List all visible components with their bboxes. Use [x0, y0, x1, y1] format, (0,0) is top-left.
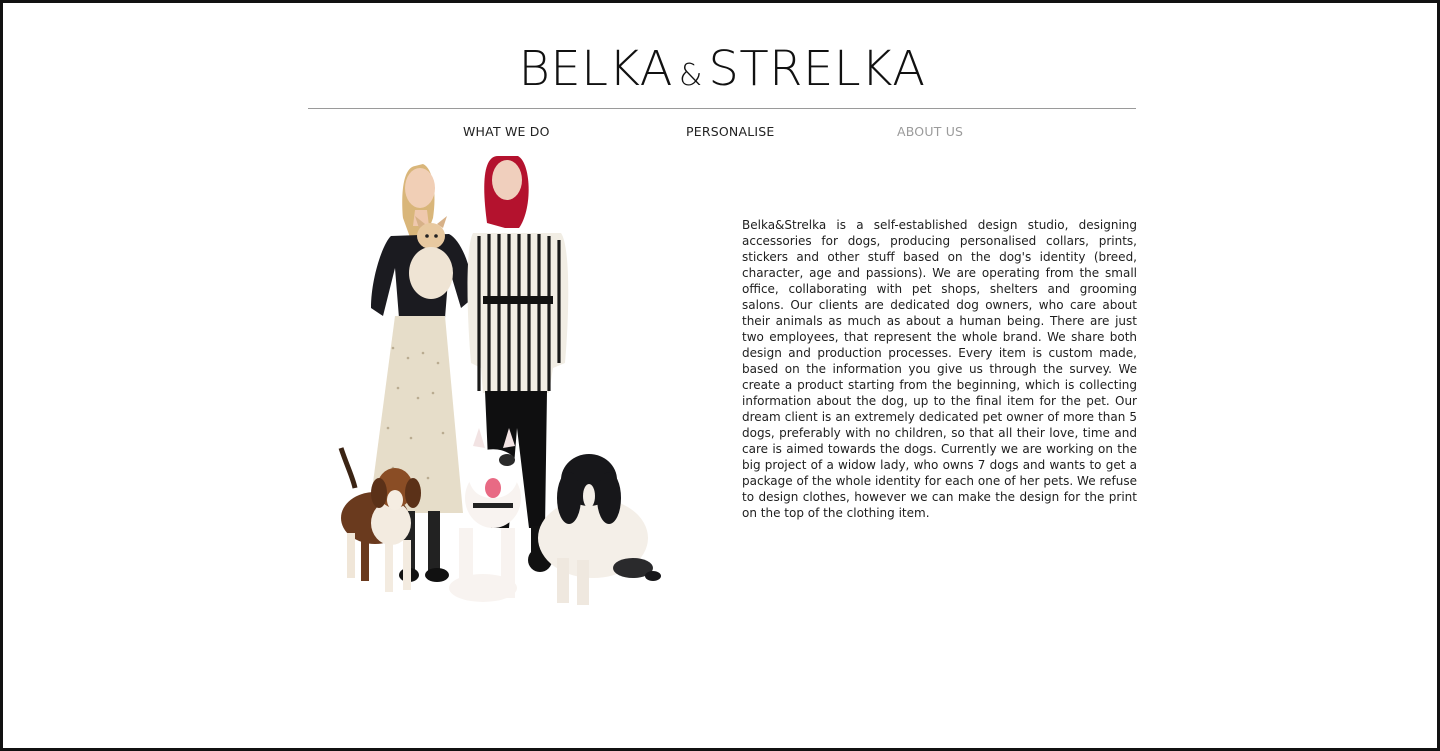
header-divider [308, 108, 1136, 109]
logo-ampersand: & [678, 58, 703, 93]
nav-item-what-we-do[interactable]: WHAT WE DO [463, 124, 550, 139]
nav-item-personalise[interactable]: PERSONALISE [686, 124, 774, 139]
page-frame: BELKA & STRELKA WHAT WE DO PERSONALISE A… [0, 0, 1440, 751]
team-photo [333, 148, 663, 613]
logo-word-strelka: STRELKA [708, 41, 926, 97]
brand-logo[interactable]: BELKA & STRELKA [308, 41, 1136, 99]
logo-word-belka: BELKA [518, 41, 673, 97]
spaniel-dog-figure [538, 454, 661, 605]
about-us-description: Belka&Strelka is a self-established desi… [742, 218, 1137, 520]
nav-item-about-us[interactable]: ABOUT US [897, 124, 963, 139]
main-nav: WHAT WE DO PERSONALISE ABOUT US [308, 124, 1136, 142]
